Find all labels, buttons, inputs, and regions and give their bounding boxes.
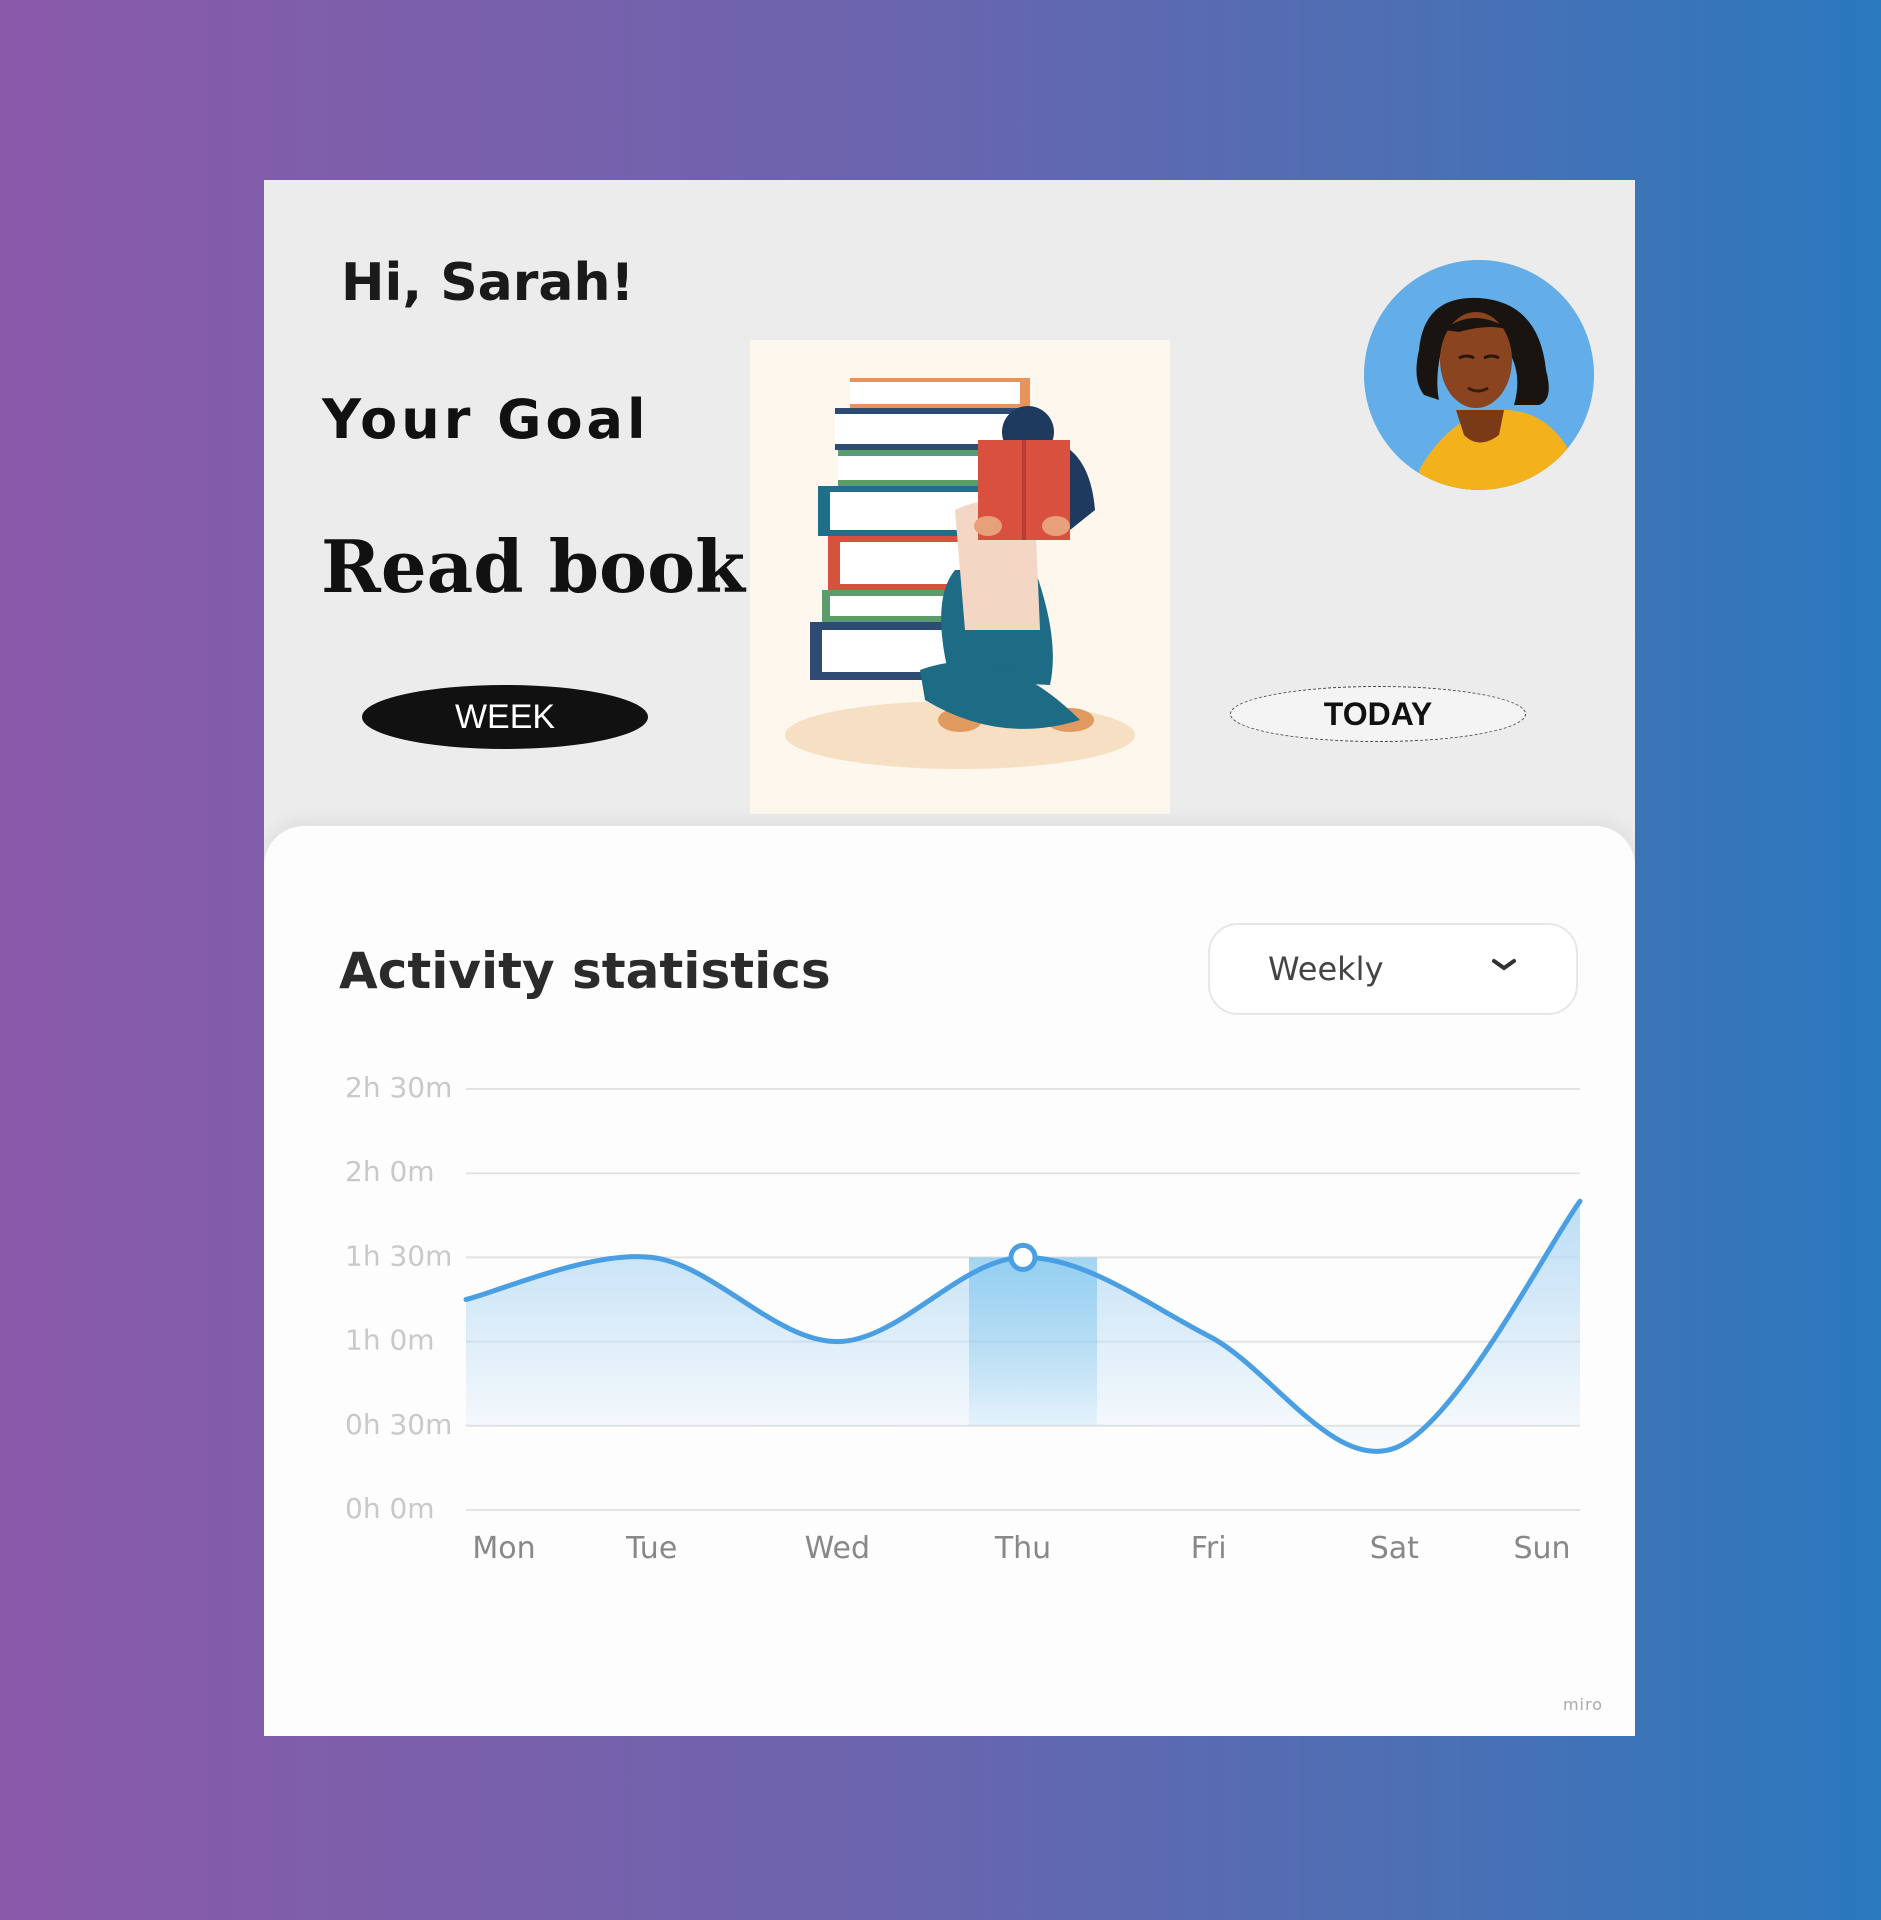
reading-illustration-svg [785, 378, 1135, 769]
y-tick-label: 2h 30m [345, 1071, 452, 1104]
data-point [1008, 1242, 1038, 1272]
y-tick-label: 1h 30m [345, 1239, 452, 1272]
main-card: Hi, Sarah! Your Goal Read book WEEK TODA… [264, 180, 1635, 1736]
reading-illustration [750, 340, 1170, 814]
greeting: Hi, Sarah! [341, 253, 635, 313]
y-tick-label: 0h 0m [345, 1492, 435, 1525]
y-tick-label: 0h 30m [345, 1408, 452, 1441]
avatar-image [1364, 260, 1594, 490]
week-button[interactable]: WEEK [362, 685, 648, 749]
highlight-band [969, 1257, 1097, 1426]
x-tick-label: Sat [1370, 1531, 1419, 1566]
stats-panel: Activity statistics Weekly 0h 0m 0h 30m 1h… [264, 826, 1635, 1736]
activity-chart: 0h 0m 0h 30m 1h 0m 1h 30m 2h 0m 2h 30m Mon Tue W… [345, 1071, 1583, 1566]
x-tick-label: Wed [805, 1531, 870, 1566]
goal-label: Your Goal [322, 388, 650, 451]
x-tick-label: Thu [994, 1531, 1051, 1566]
goal-value: Read book [321, 524, 745, 609]
avatar[interactable] [1364, 260, 1594, 490]
y-tick-label: 1h 0m [345, 1324, 435, 1357]
x-tick-label: Tue [625, 1531, 677, 1566]
y-tick-label: 2h 0m [345, 1155, 435, 1188]
x-tick-label: Mon [472, 1531, 535, 1566]
watermark: miro [1562, 1695, 1603, 1714]
today-button[interactable]: TODAY [1230, 686, 1526, 742]
x-tick-label: Sun [1513, 1531, 1570, 1566]
x-tick-label: Fri [1191, 1531, 1227, 1566]
